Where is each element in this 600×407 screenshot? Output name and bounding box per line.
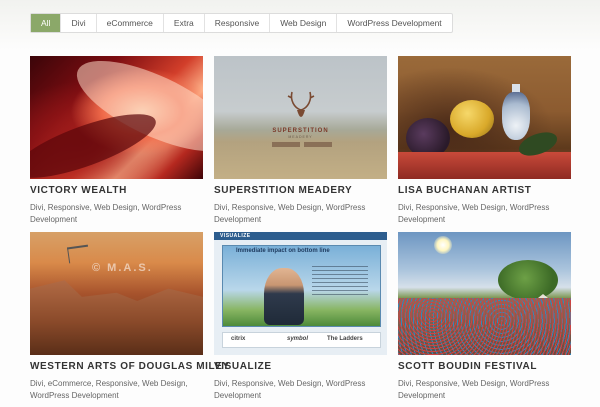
filter-wordpress-development[interactable]: WordPress Development	[337, 14, 451, 32]
logo-ladders: The Ladders	[327, 336, 363, 342]
logo-citrix: citrix	[231, 336, 246, 342]
project-title[interactable]: SCOTT BOUDIN FESTIVAL	[398, 361, 571, 372]
project-categories: Divi, Responsive, Web Design, WordPress …	[398, 379, 550, 400]
project-thumbnail[interactable]: © M.A.S.	[30, 232, 203, 355]
project-thumbnail[interactable]: VISUALIZE Immediate impact on bottom lin…	[214, 232, 387, 355]
project-thumbnail[interactable]	[30, 56, 203, 179]
portfolio-item[interactable]: LISA BUCHANAN ARTIST Divi, Responsive, W…	[398, 56, 571, 226]
portfolio-item[interactable]: © M.A.S. WESTERN ARTS OF DOUGLAS MILEY D…	[30, 232, 229, 402]
portfolio-item[interactable]: VISUALIZE Immediate impact on bottom lin…	[214, 232, 387, 402]
festival-crowd	[398, 298, 571, 355]
project-title[interactable]: VISUALIZE	[214, 361, 387, 372]
person-photo	[264, 268, 304, 325]
hero-text-block	[312, 266, 368, 296]
red-cloth	[398, 152, 571, 179]
antler-logo-icon	[287, 91, 315, 117]
vase-shape	[502, 92, 530, 140]
watermark: © M.A.S.	[92, 262, 153, 274]
project-title[interactable]: VICTORY WEALTH	[30, 185, 203, 196]
thumbnail-logo-text: SUPERSTITION	[272, 128, 329, 134]
filter-all[interactable]: All	[31, 14, 62, 32]
project-categories: Divi, Responsive, Web Design, WordPress …	[214, 379, 366, 400]
project-categories: Divi, Responsive, Web Design, WordPress …	[214, 203, 366, 224]
filter-divi[interactable]: Divi	[61, 14, 97, 32]
filter-ecommerce[interactable]: eCommerce	[97, 14, 164, 32]
lemon-shape	[450, 100, 494, 138]
plant-silhouette	[66, 244, 91, 264]
tree-shape	[498, 260, 558, 300]
logo-symbol: symbol	[287, 336, 309, 342]
filter-web-design[interactable]: Web Design	[270, 14, 338, 32]
hero-headline: Immediate impact on bottom line	[236, 248, 330, 254]
sun-glare	[434, 236, 452, 254]
project-title[interactable]: SUPERSTITION MEADERY	[214, 185, 387, 196]
project-categories: Divi, Responsive, Web Design, WordPress …	[398, 203, 550, 224]
filter-responsive[interactable]: Responsive	[205, 14, 271, 32]
project-categories: Divi, eCommerce, Responsive, Web Design,…	[30, 379, 188, 400]
portfolio-item[interactable]: SCOTT BOUDIN FESTIVAL Divi, Responsive, …	[398, 232, 571, 402]
thumbnail-buttons	[272, 142, 332, 147]
filter-extra[interactable]: Extra	[164, 14, 205, 32]
client-logos: citrix symbol The Ladders	[222, 332, 381, 348]
portfolio-item[interactable]: SUPERSTITION MEADERY SUPERSTITION MEADER…	[214, 56, 387, 226]
project-thumbnail[interactable]	[398, 232, 571, 355]
portfolio-filter-bar: All Divi eCommerce Extra Responsive Web …	[30, 13, 453, 33]
project-categories: Divi, Responsive, Web Design, WordPress …	[30, 203, 182, 224]
project-title[interactable]: WESTERN ARTS OF DOUGLAS MILEY	[30, 361, 229, 372]
canyon-cliffs	[30, 280, 203, 355]
project-title[interactable]: LISA BUCHANAN ARTIST	[398, 185, 571, 196]
portfolio-item[interactable]: VICTORY WEALTH Divi, Responsive, Web Des…	[30, 56, 203, 226]
thumbnail-logo-subtext: MEADERY	[288, 135, 313, 139]
project-thumbnail[interactable]	[398, 56, 571, 179]
site-brand: VISUALIZE	[220, 233, 251, 239]
canyon-shadow	[30, 101, 163, 179]
project-thumbnail[interactable]: SUPERSTITION MEADERY	[214, 56, 387, 179]
